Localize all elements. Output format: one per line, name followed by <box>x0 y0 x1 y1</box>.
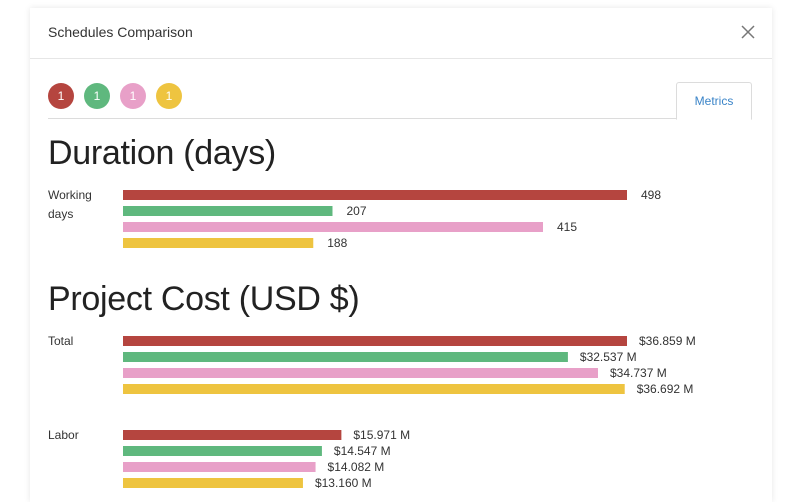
bar-working-days-series-2 <box>123 206 333 216</box>
duration-chart: 498 207 415 188 <box>123 188 661 250</box>
close-icon <box>741 25 755 39</box>
dialog-title: Schedules Comparison <box>48 24 193 40</box>
bar-total-series-2 <box>123 352 568 362</box>
bar-total-series-4 <box>123 384 625 394</box>
cost-chart: $36.859 M$32.537 M $34.737 M $36.692 M $15.… <box>123 334 696 490</box>
bar-working-days-series-4 <box>123 238 314 248</box>
bar-value-label: $36.692 M <box>637 382 694 396</box>
bar-working-days-series-1 <box>123 190 627 200</box>
bar-total-series-3 <box>123 368 598 378</box>
bar-value-label: $34.737 M <box>610 366 667 380</box>
bar-value-label: 188 <box>327 236 347 250</box>
cost-section-title: Project Cost (USD $) <box>48 280 360 318</box>
schedules-comparison-dialog: Schedules Comparison 1 1 1 1 Metrics Dur… <box>30 8 772 502</box>
close-button[interactable] <box>738 22 758 42</box>
bar-value-label: $14.082 M <box>328 460 385 474</box>
bar-value-label: 415 <box>557 220 577 234</box>
bar-value-label: $36.859 M <box>639 334 696 348</box>
bar-working-days-series-3 <box>123 222 543 232</box>
bar-value-label: $15.971 M <box>353 428 410 442</box>
bar-value-label: $13.160 M <box>315 476 372 490</box>
dialog-header: Schedules Comparison <box>30 8 772 59</box>
bar-value-label: 498 <box>641 188 661 202</box>
tab-divider <box>48 118 752 119</box>
schedule-chip-1[interactable]: 1 <box>48 83 74 109</box>
bar-labor-series-1 <box>123 430 342 440</box>
bar-labor-series-3 <box>123 462 316 472</box>
schedule-chip-4[interactable]: 1 <box>156 83 182 109</box>
bar-value-label: $32.537 M <box>580 350 637 364</box>
schedule-chip-3[interactable]: 1 <box>120 83 146 109</box>
bar-labor-series-4 <box>123 478 303 488</box>
schedule-chip-2[interactable]: 1 <box>84 83 110 109</box>
bar-total-series-1 <box>123 336 627 346</box>
tab-metrics[interactable]: Metrics <box>676 82 752 120</box>
bar-value-label: 207 <box>346 204 366 218</box>
bar-value-label: $14.547 M <box>334 444 391 458</box>
bar-labor-series-2 <box>123 446 322 456</box>
duration-section-title: Duration (days) <box>48 134 276 172</box>
